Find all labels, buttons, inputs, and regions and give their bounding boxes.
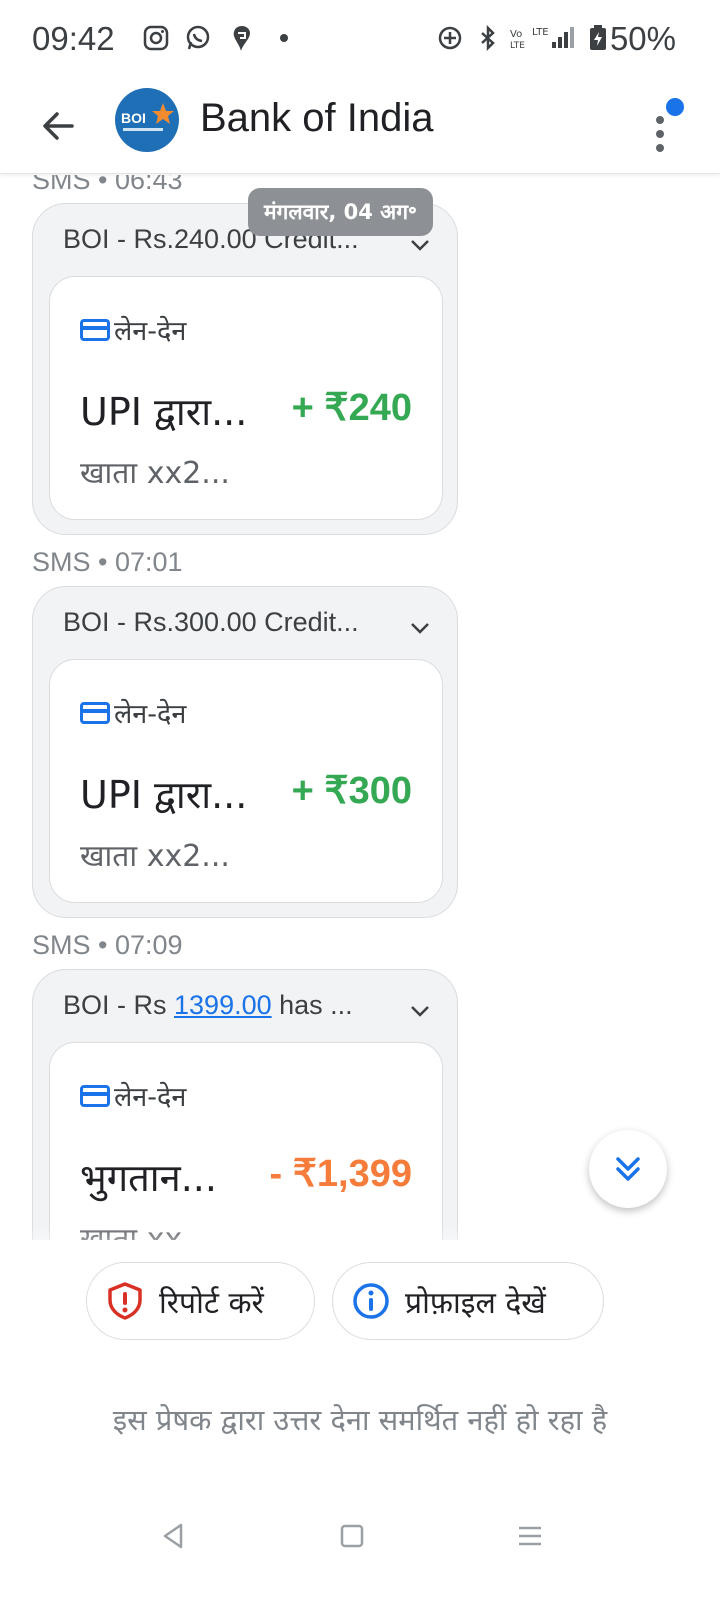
- system-nav-bar: [0, 1490, 720, 1600]
- transaction-chip: लेन-देन: [80, 1077, 186, 1114]
- preview-suffix: has ...: [271, 990, 353, 1020]
- nav-menu-icon: [519, 1526, 541, 1546]
- status-time: 09:42: [32, 20, 115, 57]
- report-button-label: रिपोर्ट करें: [159, 1285, 264, 1321]
- transaction-amount: + ₹240: [291, 387, 412, 429]
- transaction-chip-label: लेन-देन: [114, 1082, 187, 1113]
- more-notifications-dot-icon: [280, 34, 288, 42]
- avatar-tagline: [123, 128, 163, 131]
- transaction-card[interactable]: लेन-देन UPI द्वारा... + ₹300 खाता xx2...: [49, 659, 443, 903]
- list-fade: [0, 1226, 720, 1266]
- back-button[interactable]: [30, 98, 86, 154]
- preview-prefix: BOI - Rs: [63, 990, 175, 1020]
- transaction-title: UPI द्वारा...: [80, 390, 248, 434]
- report-button[interactable]: रिपोर्ट करें: [86, 1262, 315, 1340]
- signal-lte-icon: LTE: [532, 27, 574, 48]
- svg-text:Vo: Vo: [510, 29, 522, 40]
- transaction-chip: लेन-देन: [80, 311, 186, 348]
- transaction-title: UPI द्वारा...: [80, 773, 248, 817]
- transaction-chip: लेन-देन: [80, 694, 186, 731]
- message-preview: BOI - Rs 1399.00 has ...: [63, 990, 393, 1021]
- battery-percentage: 50%: [609, 20, 676, 57]
- chevron-down-icon[interactable]: [407, 998, 433, 1024]
- message-bubble[interactable]: BOI - Rs.240.00 Credit... लेन-देन UPI द्…: [32, 203, 458, 535]
- sms-timestamp: SMS • 07:09: [32, 930, 183, 960]
- sms-timestamp: SMS • 06:43: [32, 175, 183, 195]
- arrow-left-icon: [43, 112, 74, 140]
- double-chevron-down-icon: [616, 1157, 640, 1181]
- preview-prefix: BOI - Rs.: [63, 224, 175, 254]
- preview-suffix: Credit...: [256, 607, 359, 637]
- nav-back-button[interactable]: [144, 1506, 204, 1566]
- conversation-list[interactable]: SMS • 06:43 BOI - Rs.240.00 Credit... ले…: [0, 175, 720, 1240]
- transaction-card[interactable]: लेन-देन UPI द्वारा... + ₹240 खाता xx2...: [49, 276, 443, 520]
- transaction-card[interactable]: लेन-देन भुगतान... - ₹1,399 खाता xx...: [49, 1042, 443, 1240]
- status-bar: 09:42 Vo LTE LTE 50%: [0, 0, 720, 80]
- preview-amount: 300.00: [174, 607, 257, 637]
- conversation-title: Bank of India: [200, 96, 434, 140]
- credit-card-icon: [80, 318, 110, 341]
- volte-icon: Vo LTE: [510, 29, 525, 51]
- date-separator-pill: मंगलवार, 04 अग॰: [248, 188, 433, 236]
- star-logo-icon: [152, 103, 174, 124]
- nav-menu-button[interactable]: [500, 1506, 560, 1566]
- info-icon: [353, 1283, 389, 1319]
- more-options-button[interactable]: [642, 98, 684, 154]
- preview-amount-link[interactable]: 1399.00: [174, 990, 272, 1020]
- chevron-down-icon[interactable]: [407, 615, 433, 641]
- instagram-icon: [143, 25, 169, 51]
- message-bubble[interactable]: BOI - Rs.300.00 Credit... लेन-देन UPI द्…: [32, 586, 458, 918]
- nav-home-icon: [340, 1524, 364, 1548]
- transaction-title: भुगतान...: [80, 1156, 217, 1200]
- shield-alert-icon: [108, 1282, 142, 1320]
- scroll-to-bottom-button[interactable]: [589, 1130, 667, 1208]
- more-vert-dot: [656, 130, 664, 138]
- data-saver-icon: [438, 26, 462, 50]
- message-preview: BOI - Rs.300.00 Credit...: [63, 607, 393, 638]
- nav-home-button[interactable]: [322, 1506, 382, 1566]
- avatar-logo-text: BOI: [121, 110, 146, 126]
- reply-not-supported-note: इस प्रेषक द्वारा उत्तर देना समर्थित नहीं…: [112, 1403, 608, 1437]
- battery-charging-icon: [590, 25, 606, 50]
- transaction-amount: - ₹1,399: [269, 1153, 412, 1195]
- credit-card-icon: [80, 701, 110, 724]
- message-bubble[interactable]: BOI - Rs 1399.00 has ... लेन-देन भुगतान.…: [32, 969, 458, 1240]
- swiggy-icon: [233, 26, 250, 51]
- sms-timestamp: SMS • 07:01: [32, 547, 183, 577]
- svg-text:LTE: LTE: [532, 27, 549, 38]
- view-profile-label: प्रोफ़ाइल देखें: [405, 1285, 546, 1321]
- preview-prefix: BOI - Rs.: [63, 607, 175, 637]
- notification-badge: [666, 98, 684, 116]
- nav-back-icon: [163, 1523, 183, 1549]
- transaction-amount: + ₹300: [291, 770, 412, 812]
- whatsapp-icon: [186, 25, 210, 50]
- transaction-account: खाता xx2...: [80, 456, 230, 491]
- svg-text:LTE: LTE: [510, 41, 525, 51]
- sender-avatar[interactable]: BOI: [115, 88, 179, 152]
- more-vert-dot: [656, 144, 664, 152]
- transaction-chip-label: लेन-देन: [114, 316, 187, 347]
- transaction-chip-label: लेन-देन: [114, 699, 187, 730]
- view-profile-button[interactable]: प्रोफ़ाइल देखें: [332, 1262, 604, 1340]
- more-vert-icon: [656, 116, 664, 124]
- app-bar: BOI Bank of India: [0, 80, 720, 174]
- preview-amount: 240.00: [174, 224, 257, 254]
- credit-card-icon: [80, 1084, 110, 1107]
- transaction-account: खाता xx2...: [80, 839, 230, 874]
- bluetooth-icon: [481, 24, 495, 52]
